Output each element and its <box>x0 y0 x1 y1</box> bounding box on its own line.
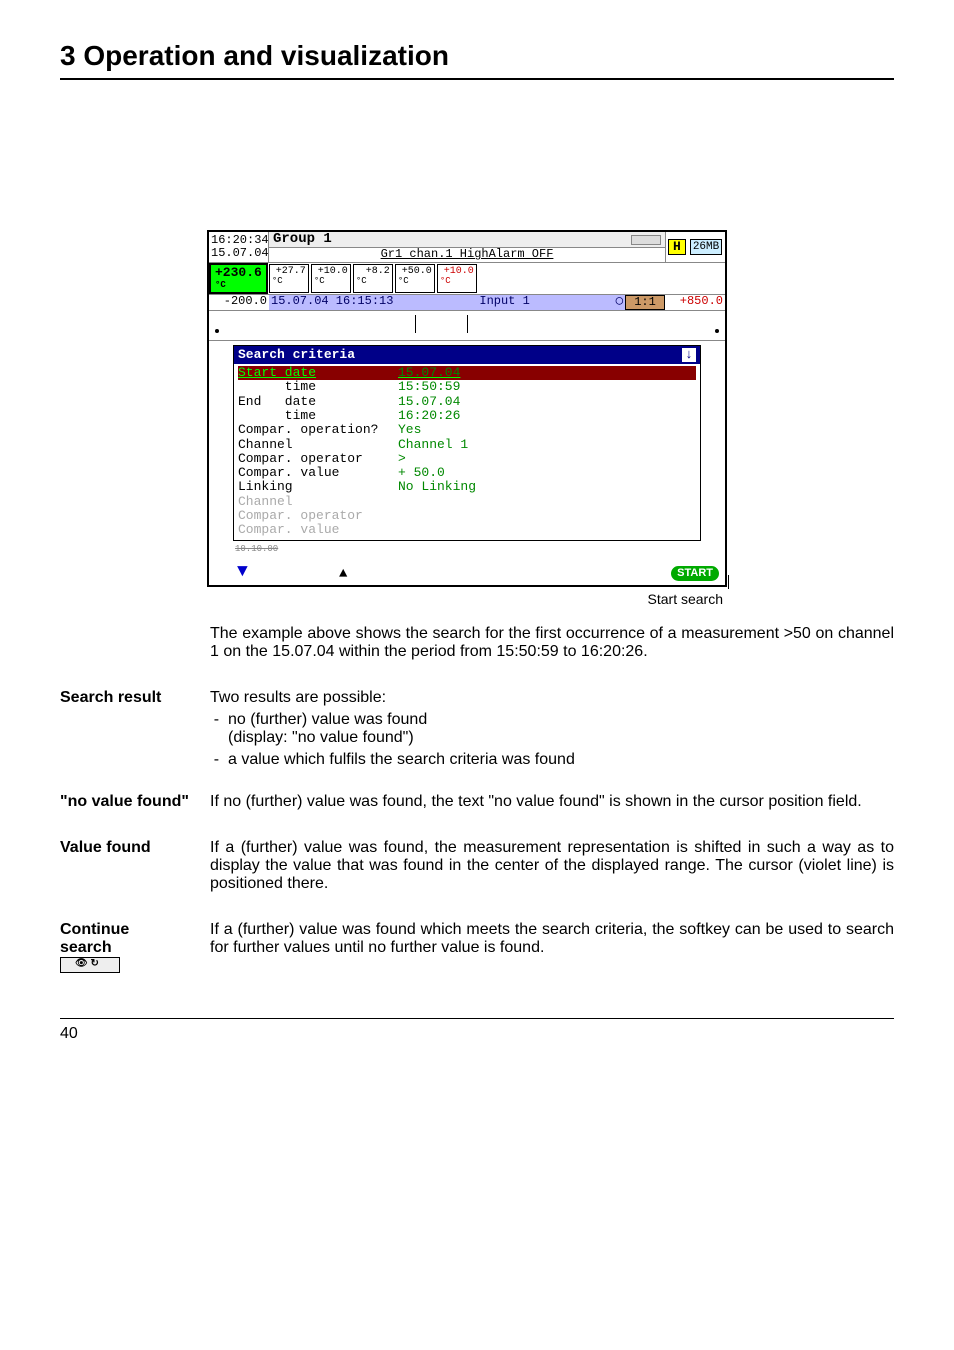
criteria-value: 15:50:59 <box>398 380 460 394</box>
criteria-label: Linking <box>238 480 398 494</box>
criteria-label: End date <box>238 395 398 409</box>
criteria-value: + 50.0 <box>398 466 445 480</box>
channel-value-6: +10.0°C <box>437 264 477 292</box>
channel-value-1: +230.6°C <box>209 263 268 293</box>
device-screenshot: 16:20:34 15.07.04 Group 1 Gr1 chan.1 Hig… <box>207 230 727 587</box>
scale-line: -200.0 15.07.04 16:15:13 Input 1 ◯ 1:1 +… <box>209 295 725 311</box>
clock: 16:20:34 15.07.04 <box>209 232 269 262</box>
search-result-list: no (further) value was found (display: "… <box>210 711 894 769</box>
criteria-value: 15.07.04 <box>398 366 460 380</box>
figure: Window for defining the search criteria … <box>177 230 777 607</box>
channel-value-3: +10.0°C <box>311 264 351 292</box>
criteria-value: > <box>398 452 406 466</box>
page-number: 40 <box>60 1025 78 1042</box>
criteria-row[interactable]: Start date15.07.04 <box>238 366 696 380</box>
continue-label-2: search <box>60 939 112 956</box>
no-value-text: If no (further) value was found, the tex… <box>210 793 894 811</box>
cursor-up-icon: ▲ <box>339 567 347 582</box>
channel-value-2: +27.7°C <box>269 264 309 292</box>
criteria-label: Compar. operation? <box>238 423 398 437</box>
criteria-value: Channel 1 <box>398 438 468 452</box>
criteria-label: Channel <box>238 495 398 509</box>
criteria-row[interactable]: Compar. value <box>238 523 696 537</box>
zoom-badge: 1:1 <box>625 295 665 310</box>
group-title: Group 1 <box>273 232 332 247</box>
example-paragraph: The example above shows the search for t… <box>210 625 894 661</box>
criteria-label: time <box>238 380 398 394</box>
callout-start-search: Start search <box>177 591 723 607</box>
body-text: The example above shows the search for t… <box>60 625 894 978</box>
search-result-label: Search result <box>60 689 210 779</box>
criteria-label: Compar. operator <box>238 509 398 523</box>
start-button[interactable]: START <box>671 566 719 580</box>
stray-time: 10.10.00 <box>235 545 725 555</box>
cursor-down-icon: ▼ <box>237 563 248 583</box>
criteria-label: Start date <box>238 366 398 380</box>
list-item: a value which fulfils the search criteri… <box>228 751 894 769</box>
channel-row: +230.6°C +27.7°C +10.0°C +8.2°C +50.0°C … <box>209 262 725 294</box>
continue-text: If a (further) value was found which mee… <box>210 921 894 957</box>
criteria-row[interactable]: End date15.07.04 <box>238 395 696 409</box>
criteria-row[interactable]: Channel <box>238 495 696 509</box>
criteria-label: Compar. operator <box>238 452 398 466</box>
criteria-value: Yes <box>398 423 421 437</box>
list-item: no (further) value was found (display: "… <box>228 711 894 747</box>
criteria-label: Compar. value <box>238 466 398 480</box>
criteria-row[interactable]: Compar. operation?Yes <box>238 423 696 437</box>
criteria-label: Channel <box>238 438 398 452</box>
search-criteria-panel: Search criteria ↓ Start date15.07.04 tim… <box>233 345 701 541</box>
section-title: 3 Operation and visualization <box>60 40 894 72</box>
softkey-icon[interactable] <box>60 957 120 973</box>
criteria-row[interactable]: ChannelChannel 1 <box>238 438 696 452</box>
alarm-line: Gr1 chan.1 HighAlarm OFF <box>269 248 665 261</box>
continue-label-1: Continue <box>60 921 129 938</box>
criteria-value: No Linking <box>398 480 476 494</box>
channel-value-5: +50.0°C <box>395 264 435 292</box>
dropdown-arrow-icon[interactable]: ↓ <box>682 348 696 362</box>
slider-icon <box>631 235 661 245</box>
criteria-value: 16:20:26 <box>398 409 460 423</box>
criteria-label: time <box>238 409 398 423</box>
criteria-row[interactable]: Compar. operator> <box>238 452 696 466</box>
criteria-row[interactable]: time16:20:26 <box>238 409 696 423</box>
value-found-label: Value found <box>60 839 210 907</box>
title-rule <box>60 78 894 80</box>
criteria-value: 15.07.04 <box>398 395 460 409</box>
criteria-row[interactable]: Compar. operator <box>238 509 696 523</box>
value-found-text: If a (further) value was found, the meas… <box>210 839 894 893</box>
criteria-row[interactable]: LinkingNo Linking <box>238 480 696 494</box>
no-value-label: "no value found" <box>60 793 210 825</box>
criteria-label: Compar. value <box>238 523 398 537</box>
criteria-title: Search criteria <box>238 348 355 362</box>
top-ruler <box>209 311 725 341</box>
help-icon[interactable]: H <box>668 239 686 255</box>
page-footer: 40 <box>60 1018 894 1043</box>
memory-badge: 26MB <box>690 239 722 255</box>
channel-value-4: +8.2°C <box>353 264 393 292</box>
bottom-ruler: ▼ ▲ START <box>209 555 725 585</box>
criteria-row[interactable]: time15:50:59 <box>238 380 696 394</box>
search-result-intro: Two results are possible: <box>210 689 386 706</box>
criteria-row[interactable]: Compar. value+ 50.0 <box>238 466 696 480</box>
